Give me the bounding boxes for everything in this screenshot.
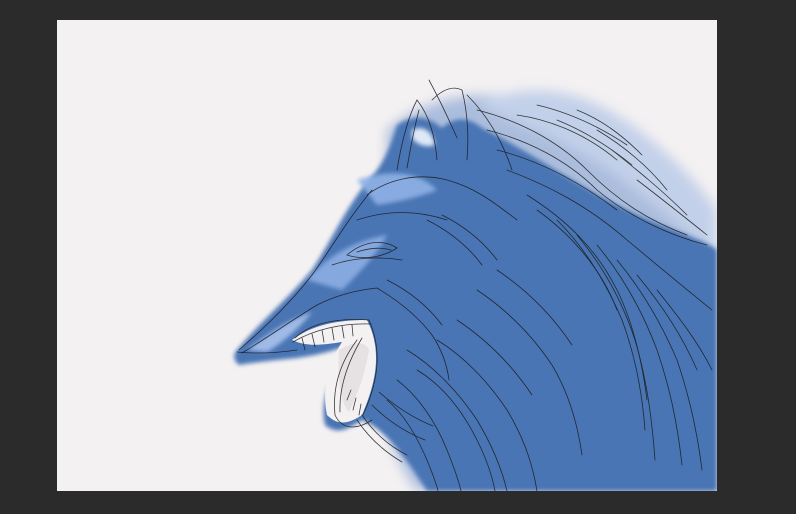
- workspace-area: [0, 0, 796, 514]
- artwork-wolf-sketch: [234, 79, 717, 491]
- mouth: [292, 320, 377, 423]
- drawing-canvas[interactable]: [57, 20, 717, 491]
